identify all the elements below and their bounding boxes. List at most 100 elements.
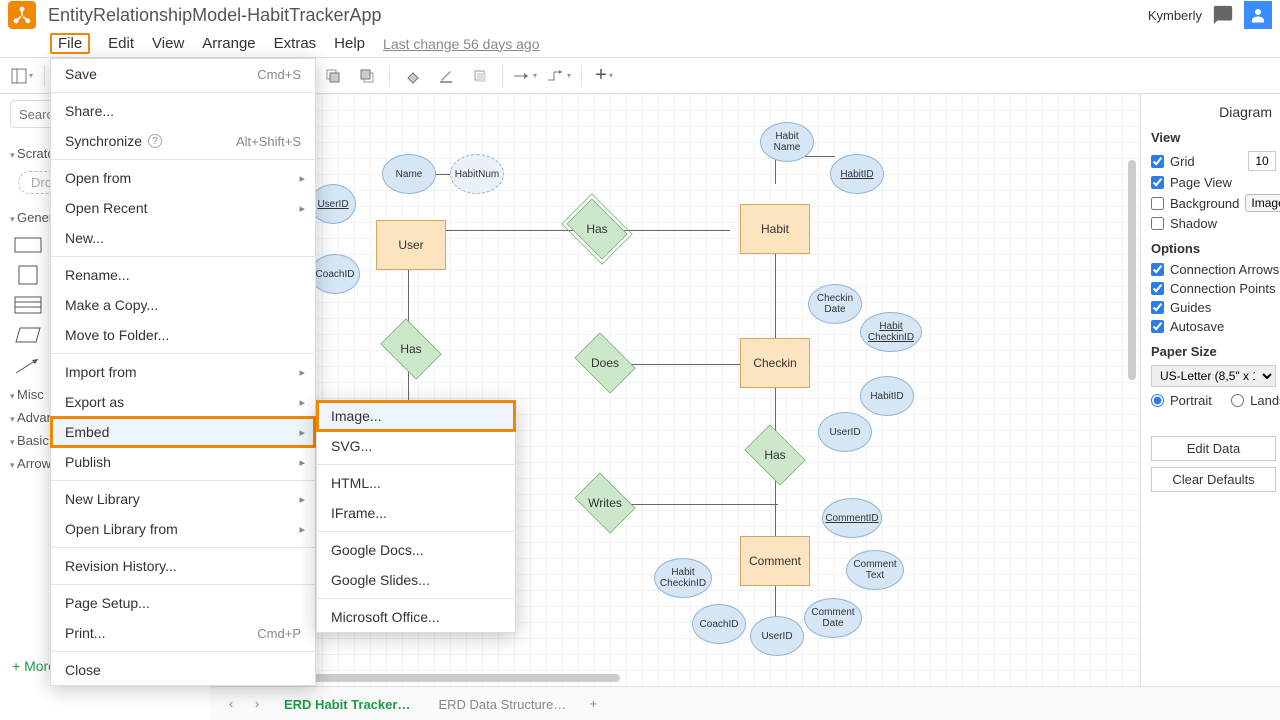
paper-heading: Paper Size	[1151, 344, 1280, 359]
attr-habitid[interactable]: HabitID	[830, 154, 884, 194]
conn-arrows-checkbox[interactable]	[1151, 263, 1164, 276]
view-mode-button[interactable]	[8, 62, 36, 90]
rel-writes[interactable]: Writes	[570, 478, 640, 528]
entity-checkin[interactable]: Checkin	[740, 338, 810, 388]
attr-name[interactable]: Name	[382, 154, 436, 194]
attr-comment-habitcheckinid[interactable]: Habit CheckinID	[654, 558, 712, 598]
entity-comment[interactable]: Comment	[740, 536, 810, 586]
attr-checkindate[interactable]: Checkin Date	[808, 284, 862, 324]
tab-erd-data[interactable]: ERD Data Structure…	[426, 689, 578, 718]
embed-google-docs[interactable]: Google Docs...	[317, 535, 515, 565]
share-button[interactable]	[1244, 1, 1272, 29]
entity-habit[interactable]: Habit	[740, 204, 810, 254]
last-change-link[interactable]: Last change 56 days ago	[383, 36, 539, 52]
insert-button[interactable]: +	[590, 62, 618, 90]
line-color-icon[interactable]	[432, 62, 460, 90]
embed-html[interactable]: HTML...	[317, 468, 515, 498]
connection-style-icon[interactable]	[511, 62, 539, 90]
attr-habitname[interactable]: Habit Name	[760, 122, 814, 162]
attr-userid[interactable]: UserID	[310, 184, 356, 224]
attr-commentdate[interactable]: Comment Date	[804, 598, 862, 638]
pageview-checkbox[interactable]	[1151, 176, 1164, 189]
attr-checkin-userid[interactable]: UserID	[818, 412, 872, 452]
embed-ms-office[interactable]: Microsoft Office...	[317, 602, 515, 632]
shape-square[interactable]	[14, 265, 42, 285]
file-make-copy[interactable]: Make a Copy...	[51, 290, 315, 320]
attr-comment-coachid[interactable]: CoachID	[692, 604, 746, 644]
file-open-recent[interactable]: Open Recent	[51, 193, 315, 223]
embed-svg[interactable]: SVG...	[317, 431, 515, 461]
menu-arrange[interactable]: Arrange	[202, 35, 255, 52]
attr-commenttext[interactable]: Comment Text	[846, 550, 904, 590]
shape-parallelogram[interactable]	[14, 325, 42, 345]
grid-label: Grid	[1170, 154, 1195, 169]
file-export-as[interactable]: Export as	[51, 387, 315, 417]
vertical-scrollbar[interactable]	[1128, 160, 1136, 380]
rel-has-checkin-comment[interactable]: Has	[740, 430, 810, 480]
document-title[interactable]: EntityRelationshipModel-HabitTrackerApp	[48, 5, 381, 26]
background-checkbox[interactable]	[1151, 197, 1164, 210]
paper-size-select[interactable]: US-Letter (8,5" x 11")	[1151, 365, 1276, 387]
menu-extras[interactable]: Extras	[274, 35, 317, 52]
attr-coachid[interactable]: CoachID	[310, 254, 360, 294]
file-move[interactable]: Move to Folder...	[51, 320, 315, 350]
to-front-icon[interactable]	[319, 62, 347, 90]
shadow-checkbox[interactable]	[1151, 217, 1164, 230]
file-open-from[interactable]: Open from	[51, 163, 315, 193]
attr-habitcheckinid[interactable]: Habit CheckinID	[860, 312, 922, 352]
shape-rect[interactable]	[14, 235, 42, 255]
rel-has-user-habit[interactable]: Has	[562, 204, 632, 254]
menu-edit[interactable]: Edit	[108, 35, 134, 52]
conn-points-checkbox[interactable]	[1151, 282, 1164, 295]
file-rename[interactable]: Rename...	[51, 260, 315, 290]
menu-file[interactable]: File	[50, 33, 90, 54]
rel-has-user-checkin[interactable]: Has	[376, 324, 446, 374]
portrait-radio[interactable]	[1151, 394, 1164, 407]
clear-defaults-button[interactable]: Clear Defaults	[1151, 467, 1276, 492]
file-print[interactable]: Print...Cmd+P	[51, 618, 315, 648]
file-save[interactable]: SaveCmd+S	[51, 59, 315, 89]
file-synchronize[interactable]: Synchronize?Alt+Shift+S	[51, 126, 315, 156]
attr-checkin-habitid[interactable]: HabitID	[860, 376, 914, 416]
attr-habitnum[interactable]: HabitNum	[450, 154, 504, 194]
file-import-from[interactable]: Import from	[51, 357, 315, 387]
edit-data-button[interactable]: Edit Data	[1151, 436, 1276, 461]
attr-commentid[interactable]: CommentID	[822, 498, 882, 538]
comments-icon[interactable]	[1212, 4, 1234, 26]
file-publish[interactable]: Publish	[51, 447, 315, 477]
waypoint-style-icon[interactable]	[545, 62, 573, 90]
embed-google-slides[interactable]: Google Slides...	[317, 565, 515, 595]
rel-does[interactable]: Does	[570, 338, 640, 388]
fill-color-icon[interactable]	[398, 62, 426, 90]
entity-user[interactable]: User	[376, 220, 446, 270]
file-embed[interactable]: Embed	[51, 417, 315, 447]
file-new[interactable]: New...	[51, 223, 315, 253]
menu-view[interactable]: View	[152, 35, 184, 52]
horizontal-scrollbar[interactable]	[310, 674, 620, 682]
shape-arrow[interactable]	[14, 355, 42, 375]
file-new-library[interactable]: New Library	[51, 484, 315, 514]
embed-image[interactable]: Image...	[317, 401, 515, 431]
attr-comment-userid[interactable]: UserID	[750, 616, 804, 656]
landscape-radio[interactable]	[1231, 394, 1244, 407]
file-share[interactable]: Share...	[51, 96, 315, 126]
file-revision-history[interactable]: Revision History...	[51, 551, 315, 581]
to-back-icon[interactable]	[353, 62, 381, 90]
autosave-checkbox[interactable]	[1151, 320, 1164, 333]
shape-table[interactable]	[14, 295, 42, 315]
embed-iframe[interactable]: IFrame...	[317, 498, 515, 528]
shadow-icon[interactable]	[466, 62, 494, 90]
grid-checkbox[interactable]	[1151, 155, 1164, 168]
file-close[interactable]: Close	[51, 655, 315, 685]
add-sheet-button[interactable]: +	[582, 696, 604, 711]
file-page-setup[interactable]: Page Setup...	[51, 588, 315, 618]
tab-prev-icon[interactable]: ‹	[220, 696, 242, 711]
background-image-button[interactable]: Image	[1245, 194, 1280, 212]
guides-checkbox[interactable]	[1151, 301, 1164, 314]
menu-help[interactable]: Help	[334, 35, 365, 52]
app-logo[interactable]	[8, 1, 36, 29]
tab-erd-tracker[interactable]: ERD Habit Tracker…	[272, 689, 422, 718]
file-open-library[interactable]: Open Library from	[51, 514, 315, 544]
grid-size-input[interactable]	[1248, 151, 1276, 171]
tab-next-icon[interactable]: ›	[246, 696, 268, 711]
